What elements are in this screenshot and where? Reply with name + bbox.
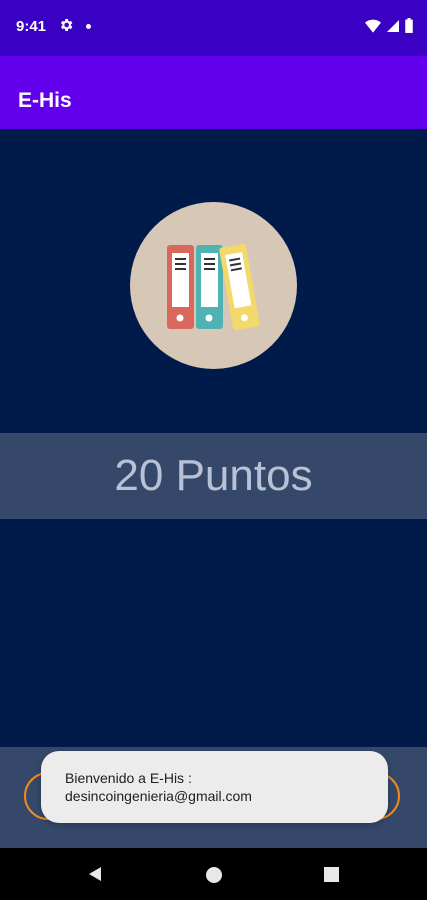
points-label: 20 Puntos	[114, 451, 313, 500]
binders-logo	[130, 202, 297, 369]
status-bar: 9:41	[0, 0, 427, 56]
status-time: 9:41	[16, 18, 47, 35]
battery-icon	[405, 18, 413, 38]
wifi-icon	[365, 19, 381, 38]
notification-dot	[86, 24, 91, 29]
recents-icon[interactable]	[324, 867, 339, 882]
app-title: E-His	[18, 89, 72, 112]
welcome-toast: Bienvenido a E-His : desincoingenieria@g…	[41, 751, 388, 823]
back-icon[interactable]	[87, 866, 103, 887]
status-icons	[365, 18, 413, 38]
binders-icon	[167, 243, 260, 331]
home-icon[interactable]	[206, 867, 222, 883]
gear-icon	[58, 17, 74, 38]
toast-line-1: Bienvenido a E-His :	[65, 770, 192, 786]
signal-icon	[387, 19, 399, 38]
toast-line-2: desincoingenieria@gmail.com	[65, 788, 252, 804]
